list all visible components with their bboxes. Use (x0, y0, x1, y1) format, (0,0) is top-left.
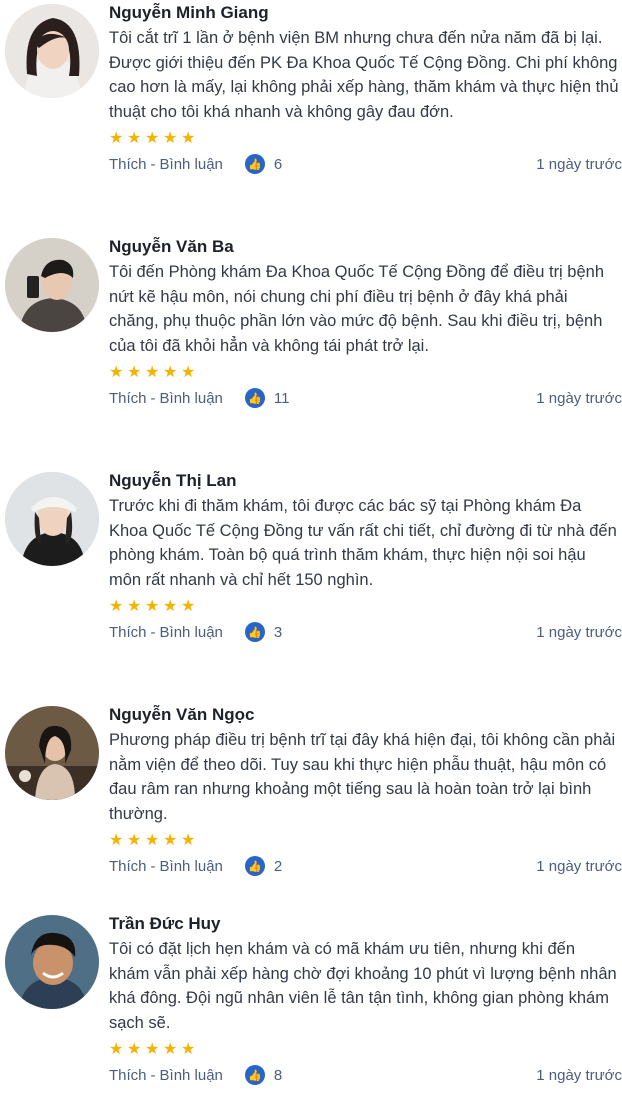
review-text: Phương pháp điều trị bệnh trĩ tại đây kh… (109, 731, 616, 823)
review-item: Trần Đức Huy Tôi có đặt lịch hẹn khám và… (0, 911, 622, 1106)
thumbs-up-icon[interactable]: 👍 (244, 856, 265, 876)
thumbs-up-icon[interactable]: 👍 (244, 622, 265, 642)
like-count: 2 (273, 857, 283, 875)
star-icon: ★ (127, 598, 143, 615)
avatar-image (5, 4, 99, 98)
review-time: 1 ngày trước (536, 389, 622, 407)
star-icon: ★ (181, 364, 197, 381)
comment-link[interactable]: Bình luận (160, 858, 223, 875)
star-icon: ★ (127, 364, 143, 381)
review-actions: Thích - Bình luận 👍 8 1 ngày trước (109, 1064, 622, 1086)
review-item: Nguyễn Văn Ba Tôi đến Phòng khám Đa Khoa… (0, 234, 622, 464)
review-text: Tôi cắt trĩ 1 lần ở bệnh viện BM nhưng c… (109, 29, 619, 121)
star-icon: ★ (163, 130, 179, 147)
like-count: 6 (273, 155, 283, 173)
review-actions: Thích - Bình luận 👍 11 1 ngày trước (109, 387, 622, 409)
avatar-image (5, 915, 99, 1009)
review-time: 1 ngày trước (536, 623, 622, 641)
review-text: Trước khi đi thăm khám, tôi được các bác… (109, 497, 617, 589)
star-icon: ★ (181, 598, 197, 615)
star-icon: ★ (127, 832, 143, 849)
star-icon: ★ (145, 364, 161, 381)
reviewer-name[interactable]: Nguyễn Văn Ba (109, 236, 622, 258)
avatar-image (5, 706, 99, 800)
star-icon: ★ (145, 1041, 161, 1058)
avatar-image (5, 472, 99, 566)
review-item: Nguyễn Thị Lan Trước khi đi thăm khám, t… (0, 468, 622, 698)
comment-link[interactable]: Bình luận (160, 624, 223, 641)
rating-stars: ★ ★ ★ ★ ★ (109, 1042, 622, 1058)
like-link[interactable]: Thích (109, 390, 147, 407)
avatar[interactable] (5, 4, 99, 98)
review-text: Tôi đến Phòng khám Đa Khoa Quốc Tế Cộng … (109, 263, 605, 355)
review-actions: Thích - Bình luận 👍 3 1 ngày trước (109, 621, 622, 643)
review-item: Nguyễn Minh Giang Tôi cắt trĩ 1 lần ở bệ… (0, 0, 622, 230)
star-icon: ★ (163, 1041, 179, 1058)
star-icon: ★ (181, 130, 197, 147)
avatar-image (5, 238, 99, 332)
review-text: Tôi có đặt lịch hẹn khám và có mã khám ư… (109, 940, 617, 1032)
avatar[interactable] (5, 915, 99, 1009)
review-time: 1 ngày trước (536, 1066, 622, 1084)
star-icon: ★ (127, 130, 143, 147)
rating-stars: ★ ★ ★ ★ ★ (109, 131, 622, 147)
review-actions: Thích - Bình luận 👍 6 1 ngày trước (109, 153, 622, 175)
star-icon: ★ (109, 130, 125, 147)
star-icon: ★ (181, 832, 197, 849)
thumbs-up-icon[interactable]: 👍 (244, 1065, 265, 1085)
star-icon: ★ (163, 598, 179, 615)
star-icon: ★ (109, 598, 125, 615)
avatar[interactable] (5, 238, 99, 332)
review-actions: Thích - Bình luận 👍 2 1 ngày trước (109, 855, 622, 877)
star-icon: ★ (127, 1041, 143, 1058)
avatar[interactable] (5, 706, 99, 800)
star-icon: ★ (145, 130, 161, 147)
comment-link[interactable]: Bình luận (160, 390, 223, 407)
like-link[interactable]: Thích (109, 156, 147, 173)
like-link[interactable]: Thích (109, 858, 147, 875)
like-count: 3 (273, 623, 283, 641)
reviewer-name[interactable]: Nguyễn Minh Giang (109, 2, 622, 24)
like-link[interactable]: Thích (109, 624, 147, 641)
rating-stars: ★ ★ ★ ★ ★ (109, 365, 622, 381)
action-separator: - (150, 623, 156, 641)
rating-stars: ★ ★ ★ ★ ★ (109, 599, 622, 615)
like-link[interactable]: Thích (109, 1067, 147, 1084)
review-time: 1 ngày trước (536, 857, 622, 875)
rating-stars: ★ ★ ★ ★ ★ (109, 833, 622, 849)
thumbs-up-icon[interactable]: 👍 (244, 154, 265, 174)
avatar[interactable] (5, 472, 99, 566)
reviewer-name[interactable]: Trần Đức Huy (109, 913, 622, 935)
comment-link[interactable]: Bình luận (160, 1067, 223, 1084)
reviewer-name[interactable]: Nguyễn Thị Lan (109, 470, 622, 492)
star-icon: ★ (181, 1041, 197, 1058)
like-count: 8 (273, 1066, 283, 1084)
star-icon: ★ (145, 598, 161, 615)
star-icon: ★ (109, 832, 125, 849)
star-icon: ★ (109, 1041, 125, 1058)
thumbs-up-icon[interactable]: 👍 (244, 388, 265, 408)
review-time: 1 ngày trước (536, 155, 622, 173)
action-separator: - (150, 857, 156, 875)
star-icon: ★ (109, 364, 125, 381)
like-count: 11 (273, 389, 290, 407)
star-icon: ★ (163, 364, 179, 381)
action-separator: - (150, 389, 156, 407)
star-icon: ★ (163, 832, 179, 849)
action-separator: - (150, 155, 156, 173)
reviewer-name[interactable]: Nguyễn Văn Ngọc (109, 704, 622, 726)
star-icon: ★ (145, 832, 161, 849)
review-item: Nguyễn Văn Ngọc Phương pháp điều trị bện… (0, 702, 622, 907)
action-separator: - (150, 1066, 156, 1084)
comment-link[interactable]: Bình luận (160, 156, 223, 173)
